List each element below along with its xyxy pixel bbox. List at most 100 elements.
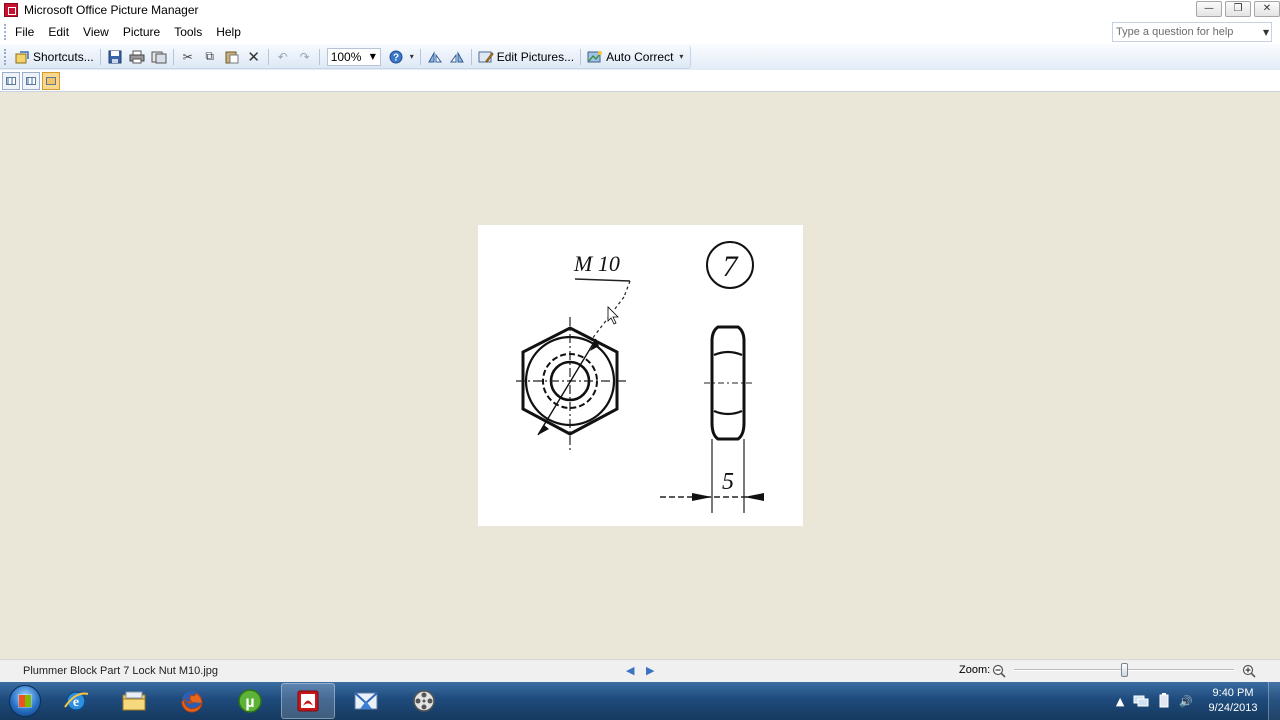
film-reel-icon [410,687,438,715]
paste-button[interactable] [221,47,243,67]
scissors-icon: ✂ [182,49,193,64]
taskbar-windows-explorer[interactable] [107,683,161,719]
current-file-name: Plummer Block Part 7 Lock Nut M10.jpg [23,665,219,677]
next-picture-icon[interactable]: ▶ [646,664,654,677]
side-view-arc [713,350,743,357]
zoom-slider-thumb[interactable] [1120,663,1128,677]
menu-tools[interactable]: Tools [167,25,209,39]
help-button[interactable]: ? [385,47,407,67]
copy-button[interactable]: ⧉ [199,47,221,67]
print-icon [129,49,145,65]
firefox-icon [178,687,206,715]
help-search-box: ▼ [1112,22,1272,42]
toolbar-separator [318,48,320,65]
shortcuts-label: Shortcuts... [33,49,94,64]
toolbar-options-icon[interactable]: ▾ [676,52,686,61]
help-dropdown-icon[interactable]: ▼ [1263,28,1269,37]
windows-taskbar: e µ ▲ 🔊 9:40 PM 9/24/2013 [0,682,1280,720]
side-view-arc [713,409,743,416]
dimension-arrowhead [692,493,712,501]
save-button[interactable] [104,47,126,67]
start-button[interactable] [5,682,45,720]
part-number: 7 [723,250,740,283]
toolbar-strip: Shortcuts... ✂ ⧉ ✕ ↶ ↷ 100% ▼ ? ▾ Edit P… [0,45,692,69]
close-button[interactable]: ✕ [1254,1,1280,17]
auto-correct-label: Auto Correct [606,49,674,64]
edit-pictures-button[interactable]: Edit Pictures... [475,47,577,67]
redo-button[interactable]: ↷ [294,47,316,67]
single-picture-view-button[interactable] [42,71,60,90]
help-icon: ? [388,49,404,65]
clock-date: 9/24/2013 [1208,702,1258,714]
dimension-arrowhead [538,425,549,435]
zoom-value: 100% [330,49,362,64]
cut-button[interactable]: ✂ [177,47,199,67]
shortcuts-button[interactable]: Shortcuts... [11,47,97,67]
auto-correct-button[interactable]: Auto Correct [584,47,676,67]
dimension-arrowhead [744,493,764,501]
power-icon[interactable] [1158,692,1170,711]
internet-explorer-icon: e [62,687,90,715]
volume-icon[interactable]: 🔊 [1179,695,1193,708]
picture-workspace: M 10 7 5 [0,93,1280,659]
toolbar-separator [267,48,269,65]
shortcuts-icon [14,49,30,65]
show-desktop-button[interactable] [1268,682,1280,720]
previous-picture-icon[interactable]: ◀ [626,664,634,677]
menu-view[interactable]: View [76,25,116,39]
print-button[interactable] [126,47,148,67]
taskbar-internet-explorer[interactable]: e [49,683,103,719]
dimension-value: 5 [722,469,734,495]
save-icon [107,49,123,65]
toolbar-separator [419,48,421,65]
filmstrip-view-icon [26,76,36,85]
delete-x-icon: ✕ [247,47,260,66]
restore-button[interactable]: ❐ [1225,1,1251,17]
menu-help[interactable]: Help [209,25,248,39]
zoom-dropdown[interactable]: 100% ▼ [326,47,381,66]
system-clock[interactable]: 9:40 PM 9/24/2013 [1202,686,1264,716]
taskbar-media-player[interactable] [397,683,451,719]
picture-manager-icon [4,3,18,17]
help-search-input[interactable] [1113,26,1263,38]
toolbar-grip[interactable] [4,48,7,65]
minimize-button[interactable]: — [1196,1,1222,17]
spec-label: M 10 [573,251,620,276]
delete-button[interactable]: ✕ [243,47,265,67]
single-picture-view-icon [46,76,56,85]
edit-pictures-label: Edit Pictures... [496,49,575,64]
mail-app-icon [352,687,380,715]
zoom-out-icon[interactable] [992,664,1006,678]
svg-text:?: ? [393,52,399,63]
taskbar-acrobat-reader[interactable] [281,683,335,719]
menu-file[interactable]: File [8,25,41,39]
chevron-down-icon: ▼ [369,52,376,61]
taskbar-firefox[interactable] [165,683,219,719]
zoom-in-icon[interactable] [1242,664,1256,678]
menu-edit[interactable]: Edit [41,25,76,39]
toolbar-options-icon[interactable]: ▾ [407,52,417,61]
lock-nut-drawing: M 10 7 5 [478,225,803,526]
window-controls: — ❐ ✕ [1196,1,1280,17]
zoom-slider-track[interactable] [1014,663,1234,677]
rotate-right-icon [449,49,465,65]
show-hidden-icons-icon[interactable]: ▲ [1116,695,1124,708]
mouse-cursor-icon [607,306,619,325]
compress-pictures-button[interactable] [148,47,170,67]
rotate-left-button[interactable] [424,47,446,67]
network-icon[interactable] [1133,693,1149,710]
toolbar-separator [172,48,174,65]
redo-icon: ↷ [299,49,310,64]
taskbar-utorrent[interactable]: µ [223,683,277,719]
taskbar-mail-app[interactable] [339,683,393,719]
rotate-right-button[interactable] [446,47,468,67]
edit-pictures-icon [478,49,494,65]
menu-picture[interactable]: Picture [116,25,167,39]
thumbnail-view-button[interactable] [2,71,20,90]
filmstrip-view-button[interactable] [22,71,40,90]
leader-line [574,278,631,282]
paste-icon [224,49,240,65]
utorrent-icon: µ [236,687,264,715]
acrobat-reader-icon [294,687,322,715]
undo-button[interactable]: ↶ [272,47,294,67]
